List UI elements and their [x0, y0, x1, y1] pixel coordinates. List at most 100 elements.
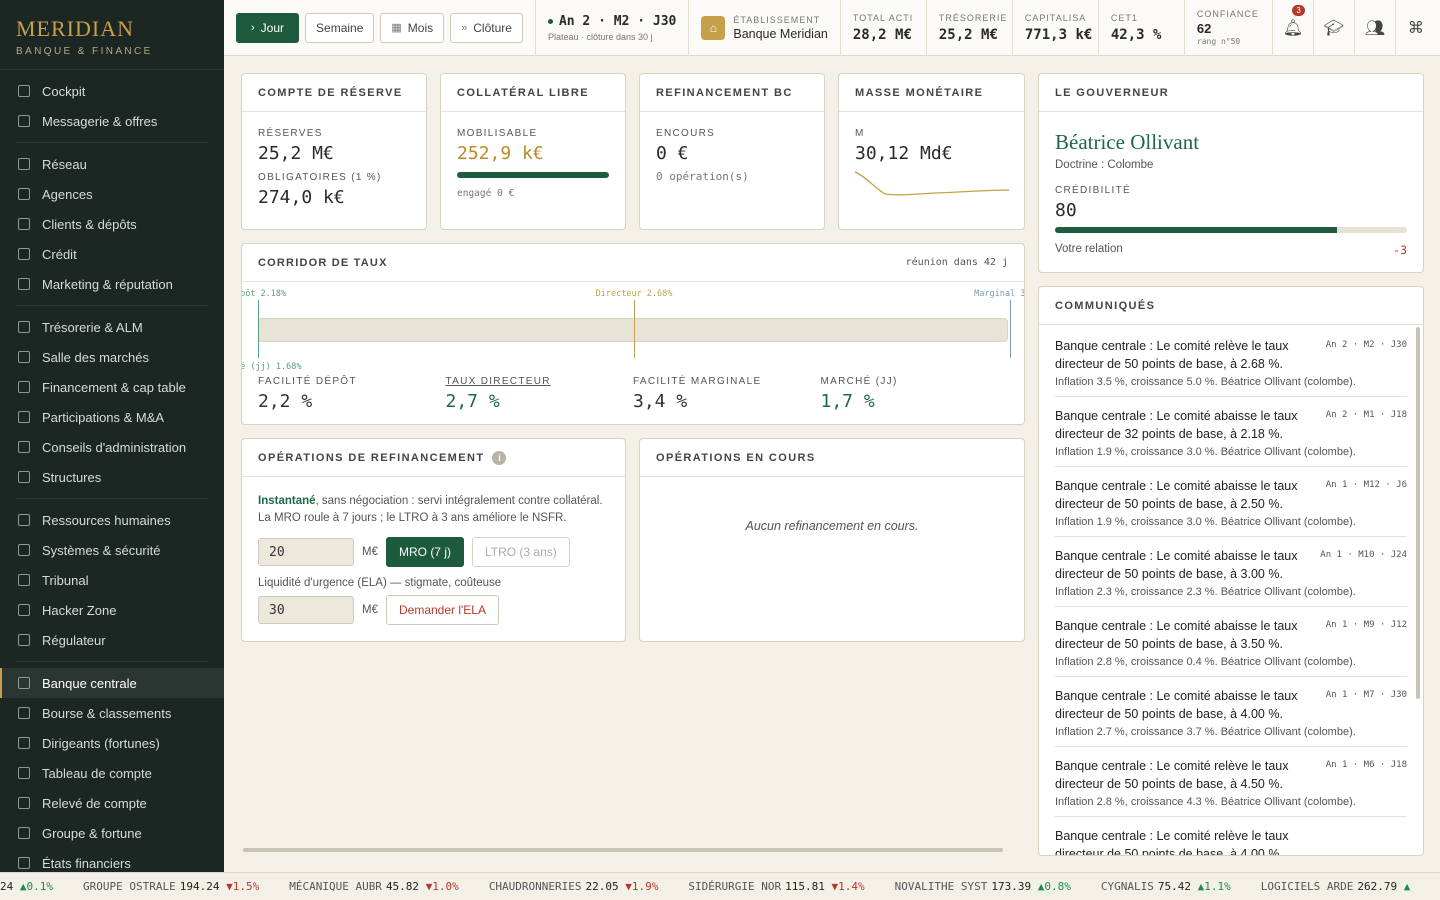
sidebar-item[interactable]: Participations & M&A — [0, 402, 224, 432]
credibility-value: 80 — [1055, 200, 1077, 221]
scrollbar-thumb[interactable] — [1416, 327, 1420, 699]
sidebar-item-label: Structures — [42, 469, 102, 485]
nav-icon — [18, 767, 30, 779]
sidebar-item[interactable]: Clients & dépôts — [0, 209, 224, 239]
communique-item[interactable]: Banque centrale : Le comité relève le ta… — [1055, 747, 1407, 817]
sidebar-item[interactable]: Dirigeants (fortunes) — [0, 728, 224, 758]
sidebar-item[interactable]: Structures — [0, 462, 224, 492]
ela-amount-input[interactable] — [258, 596, 354, 624]
card-title: COLLATÉRAL LIBRE — [441, 74, 625, 112]
sidebar-item[interactable]: Messagerie & offres — [0, 106, 224, 136]
money-supply-sparkline — [854, 171, 1010, 196]
sidebar-item[interactable]: Banque centrale — [0, 668, 224, 698]
sidebar-item[interactable]: Bourse & classements — [0, 698, 224, 728]
kpi-strip: TOTAL ACTI 28,2 M€ TRÉSORERIE 25,2 M€ CAPITA… — [839, 0, 1184, 56]
users-button[interactable]: 👥︎ — [1353, 0, 1395, 56]
card-title: MASSE MONÉTAIRE — [839, 74, 1024, 112]
ticker-price: 24 — [0, 880, 14, 893]
advance-day-button[interactable]: › Jour — [236, 12, 300, 43]
sidebar-item[interactable]: Systèmes & sécurité — [0, 535, 224, 565]
communique-title: Banque centrale : Le comité relève le ta… — [1055, 339, 1289, 371]
refinancing-intro: Instantané, sans négociation : servi int… — [258, 493, 609, 527]
refinancing-amount-input[interactable] — [258, 538, 354, 566]
communique-item[interactable]: Banque centrale : Le comité abaisse le t… — [1055, 607, 1407, 677]
ltro-button[interactable]: LTRO (3 ans) — [471, 537, 570, 567]
info-icon[interactable]: i — [492, 450, 507, 465]
sidebar-item[interactable]: Conseils d'administration — [0, 432, 224, 462]
advance-week-button[interactable]: Semaine — [305, 12, 375, 43]
mro-button[interactable]: MRO (7 j) — [385, 537, 464, 567]
ticker-item: CHAUDRONNERIES 22.05 ▼1.9% — [489, 880, 659, 893]
sidebar-item[interactable]: Salle des marchés — [0, 342, 224, 372]
communique-item[interactable]: Banque centrale : Le comité relève le ta… — [1055, 327, 1407, 397]
game-date-sub: Plateau · clôture dans 30 j — [547, 31, 653, 42]
sidebar-item[interactable]: États financiers — [0, 848, 224, 872]
nav-icon — [18, 707, 30, 719]
director-rate-line — [634, 300, 635, 358]
communique-item[interactable]: Banque centrale : Le comité abaisse le t… — [1055, 677, 1407, 747]
corridor-stat-label: FACILITÉ DÉPÔT — [258, 376, 357, 387]
sidebar-item-label: Relevé de compte — [42, 795, 147, 811]
sidebar-item[interactable]: Agences — [0, 179, 224, 209]
sidebar-item[interactable]: Tribunal — [0, 565, 224, 595]
market-rate-label: Marché (jj) 1.68% — [242, 362, 302, 372]
establishment[interactable]: ⌂ ÉTABLISSEMENT Banque Meridian — [689, 15, 840, 41]
command-button[interactable]: ⌘ — [1394, 0, 1436, 56]
close-period-button[interactable]: » Clôture — [450, 12, 523, 43]
ticker-change: ▼1.5% — [226, 880, 260, 893]
amount-unit: M€ — [362, 546, 378, 558]
sidebar-item[interactable]: Trésorerie & ALM — [0, 312, 224, 342]
ticker-price: 262.79 — [1357, 880, 1398, 893]
advance-month-button[interactable]: ▦ Mois — [380, 12, 445, 43]
sidebar-item[interactable]: Ressources humaines — [0, 505, 224, 535]
communique-summary: Inflation 1.9 %, croissance 3.0 %. Béatr… — [1055, 446, 1356, 458]
request-ela-button[interactable]: Demander l'ELA — [385, 595, 499, 625]
sidebar-item[interactable]: Hacker Zone — [0, 595, 224, 625]
sidebar-item[interactable]: Tableau de compte — [0, 758, 224, 788]
reserves-label: RÉSERVES — [258, 128, 323, 139]
sidebar-item[interactable]: Marketing & réputation — [0, 269, 224, 299]
communiques-card: COMMUNIQUÉS Banque centrale : Le comité … — [1038, 286, 1424, 856]
governor-card: LE GOUVERNEUR Béatrice Ollivant Doctrine… — [1038, 73, 1424, 273]
collateral-bar-fill — [457, 172, 609, 178]
sidebar-item[interactable]: Cockpit — [0, 76, 224, 106]
card-title: CORRIDOR DE TAUX — [258, 256, 388, 269]
sidebar-item[interactable]: Groupe & fortune — [0, 818, 224, 848]
meeting-countdown: réunion dans 42 j — [905, 257, 1008, 268]
nav-icon — [18, 471, 30, 483]
sidebar-item[interactable]: Financement & cap table — [0, 372, 224, 402]
stock-ticker: 24 ▲0.1% GROUPE OSTRALE 194.24 ▼1.5% MÉCANI… — [0, 872, 1440, 900]
ticker-item: NOVALITHE SYST 173.39 ▲0.8% — [895, 880, 1071, 893]
bell-icon: 🔔︎ — [1282, 19, 1304, 37]
sidebar-item-label: Trésorerie & ALM — [42, 319, 143, 335]
sidebar-item[interactable]: Régulateur — [0, 625, 224, 655]
corridor-stat: MARCHÉ (JJ) 1,7 % — [821, 376, 1009, 412]
governor-doctrine: Doctrine : Colombe — [1055, 159, 1154, 171]
marginal-rate-line — [1010, 300, 1011, 358]
nav-icon — [18, 248, 30, 260]
ticker-item: LOGICIELS ARDE 262.79 ▲ — [1261, 880, 1411, 893]
communique-item[interactable]: Banque centrale : Le comité abaisse le t… — [1055, 537, 1407, 607]
ticker-change: ▲0.8% — [1037, 880, 1071, 893]
sidebar-item-label: Ressources humaines — [42, 512, 171, 528]
nav-icon — [18, 604, 30, 616]
double-chevron-icon: » — [461, 21, 468, 34]
communique-item[interactable]: Banque centrale : Le comité abaisse le t… — [1055, 397, 1407, 467]
card-title: OPÉRATIONS DE REFINANCEMENT — [258, 451, 485, 464]
academy-button[interactable]: 🎓︎ — [1312, 0, 1354, 56]
sidebar-item[interactable]: Crédit — [0, 239, 224, 269]
communique-item[interactable]: Banque centrale : Le comité relève le ta… — [1055, 817, 1407, 855]
sidebar-item-label: Tableau de compte — [42, 765, 152, 781]
sidebar-item[interactable]: Relevé de compte — [0, 788, 224, 818]
nav-icon — [18, 797, 30, 809]
communique-item[interactable]: Banque centrale : Le comité abaisse le t… — [1055, 467, 1407, 537]
reserve-card: COMPTE DE RÉSERVE RÉSERVES 25,2 M€ OBLIG… — [241, 73, 427, 230]
corridor-stats: FACILITÉ DÉPÔT 2,2 % TAUX DIRECTEUR 2,7 % FA… — [242, 366, 1024, 412]
ticker-price: 75.42 — [1157, 880, 1191, 893]
horizontal-scrollbar[interactable] — [243, 848, 1003, 852]
nav-icon — [18, 321, 30, 333]
kpi: TOTAL ACTI 28,2 M€ — [839, 0, 926, 56]
communique-date: An 1 · M12 · J6 — [1325, 480, 1407, 490]
sidebar-item[interactable]: Réseau — [0, 149, 224, 179]
notifications-button[interactable]: 🔔︎ 3 — [1271, 0, 1313, 56]
